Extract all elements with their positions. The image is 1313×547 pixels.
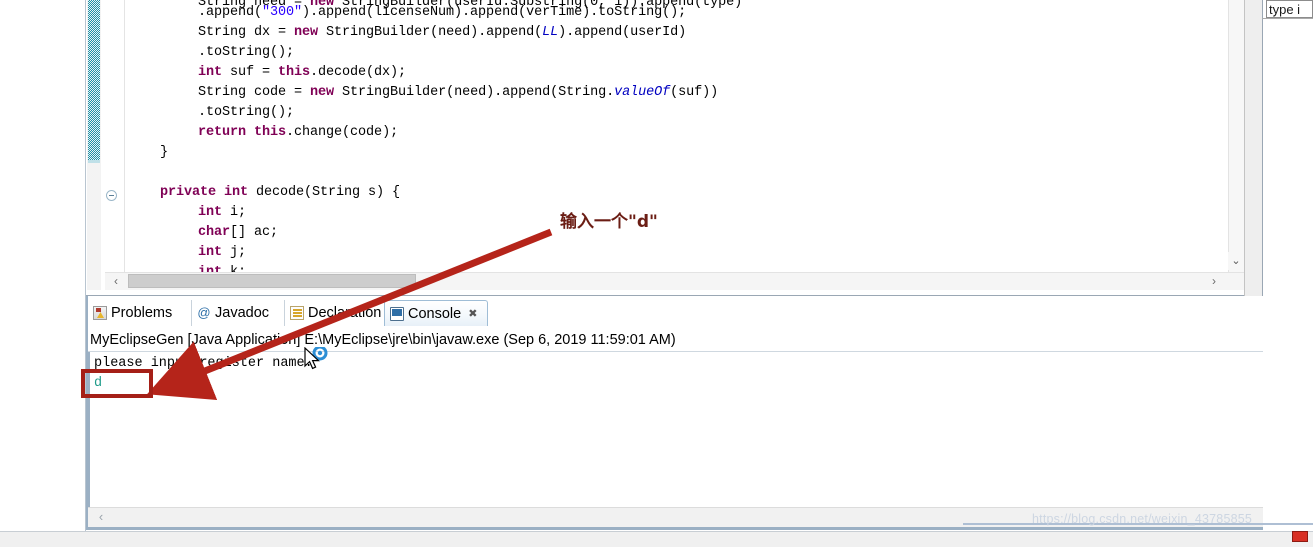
code-line: return this.change(code);	[198, 123, 398, 143]
code-line: String code = new StringBuilder(need).ap…	[198, 83, 718, 103]
editor-folding-bar[interactable]	[101, 0, 125, 290]
editor-right-gutter	[1244, 0, 1262, 296]
tab-console[interactable]: Console ✖	[384, 300, 488, 326]
console-frame-bottom-edge	[86, 527, 1263, 530]
editor-code-area[interactable]: String need = new StringBuilder(userId.S…	[124, 0, 1210, 288]
code-token: }	[160, 145, 169, 160]
console-icon	[390, 306, 404, 321]
declaration-icon	[290, 306, 304, 320]
editor-scroll-right-icon[interactable]: ›	[1205, 272, 1223, 290]
annotation-highlight-box	[81, 369, 153, 398]
code-token: LL	[542, 25, 559, 40]
annotation-note-text: 输入一个"d"	[560, 212, 658, 232]
code-token: this	[278, 65, 311, 80]
code-line: int suf = this.decode(dx);	[198, 63, 406, 83]
code-token: int	[198, 245, 223, 260]
code-line: int j;	[198, 243, 246, 263]
code-token: valueOf	[614, 85, 671, 100]
right-side-view-separator	[1262, 18, 1313, 19]
tab-label: Console	[408, 305, 462, 322]
code-token: .toString();	[198, 105, 295, 120]
code-token: [] ac;	[230, 225, 279, 240]
code-token: StringBuilder(need).append(	[318, 25, 543, 40]
tab-problems[interactable]: Problems	[88, 300, 192, 326]
status-indicator-chip[interactable]	[1292, 531, 1308, 542]
code-line: .append("300").append(licenseNum).append…	[198, 3, 686, 23]
code-token: int	[198, 205, 223, 220]
problems-icon	[93, 306, 107, 320]
code-line: .toString();	[198, 103, 294, 123]
code-token: .toString();	[198, 45, 295, 60]
code-token: suf =	[222, 65, 279, 80]
code-line: int i;	[198, 203, 246, 223]
watermark-text: https://blog.csdn.net/weixin_43785855	[1032, 512, 1253, 526]
code-token: i;	[222, 205, 247, 220]
editor-scroll-down-icon[interactable]: ⌄	[1228, 252, 1244, 270]
console-scroll-left-icon[interactable]: ‹	[92, 507, 110, 527]
code-token: j;	[222, 245, 247, 260]
code-line: .toString();	[198, 43, 294, 63]
code-token: return	[198, 125, 247, 140]
console-output-area[interactable]: please input register name: d	[88, 352, 1263, 507]
code-line: String dx = new StringBuilder(need).appe…	[198, 23, 686, 43]
javadoc-at-icon: @	[197, 305, 211, 320]
code-token: String dx =	[198, 25, 295, 40]
code-token: .decode(dx);	[310, 65, 407, 80]
code-token: this	[254, 125, 287, 140]
code-token: char	[198, 225, 231, 240]
code-token: .append(	[198, 5, 263, 20]
code-token: (suf))	[670, 85, 719, 100]
editor-hscroll-thumb[interactable]	[128, 274, 416, 288]
editor-vertical-scrollbar[interactable]	[1228, 0, 1244, 272]
editor-marker-foot	[88, 160, 100, 163]
code-token: "300"	[262, 5, 303, 20]
code-line: }	[160, 143, 168, 163]
mouse-cursor-icon	[304, 347, 328, 370]
window-bottom-strip	[0, 531, 1313, 547]
editor-occurrence-marker	[88, 0, 100, 160]
console-launch-title: MyEclipseGen [Java Application] E:\MyEcl…	[90, 332, 676, 348]
code-line: char[] ac;	[198, 223, 278, 243]
tab-label: Problems	[111, 305, 173, 321]
code-token: decode(String s) {	[248, 185, 401, 200]
right-side-view[interactable]	[1262, 0, 1313, 296]
code-token: String code =	[198, 85, 311, 100]
tab-label: Javadoc	[215, 305, 270, 321]
code-token: new	[310, 85, 335, 100]
code-token: new	[294, 25, 319, 40]
editor-scroll-left-icon[interactable]: ‹	[107, 272, 125, 290]
view-stack-tab-strip[interactable]: Problems @ Javadoc Declaration Console ✖	[88, 300, 1263, 326]
fold-collapse-icon[interactable]	[106, 190, 117, 201]
code-token: private int	[160, 185, 249, 200]
code-token: ).append(userId)	[558, 25, 687, 40]
code-token: .change(code);	[286, 125, 399, 140]
code-token: int	[198, 65, 223, 80]
code-token: ).append(licenseNum).append(verTime).toS…	[302, 5, 687, 20]
window-left-margin	[0, 0, 86, 531]
code-line: private int decode(String s) {	[160, 183, 400, 203]
code-token: StringBuilder(need).append(String.	[334, 85, 615, 100]
tab-close-icon[interactable]: ✖	[468, 307, 477, 320]
right-side-view-header: type i	[1266, 0, 1313, 18]
eclipse-ide-screenshot: String need = new StringBuilder(userId.S…	[0, 0, 1313, 547]
tab-javadoc[interactable]: @ Javadoc	[192, 300, 285, 326]
tab-label: Declaration	[308, 305, 382, 321]
